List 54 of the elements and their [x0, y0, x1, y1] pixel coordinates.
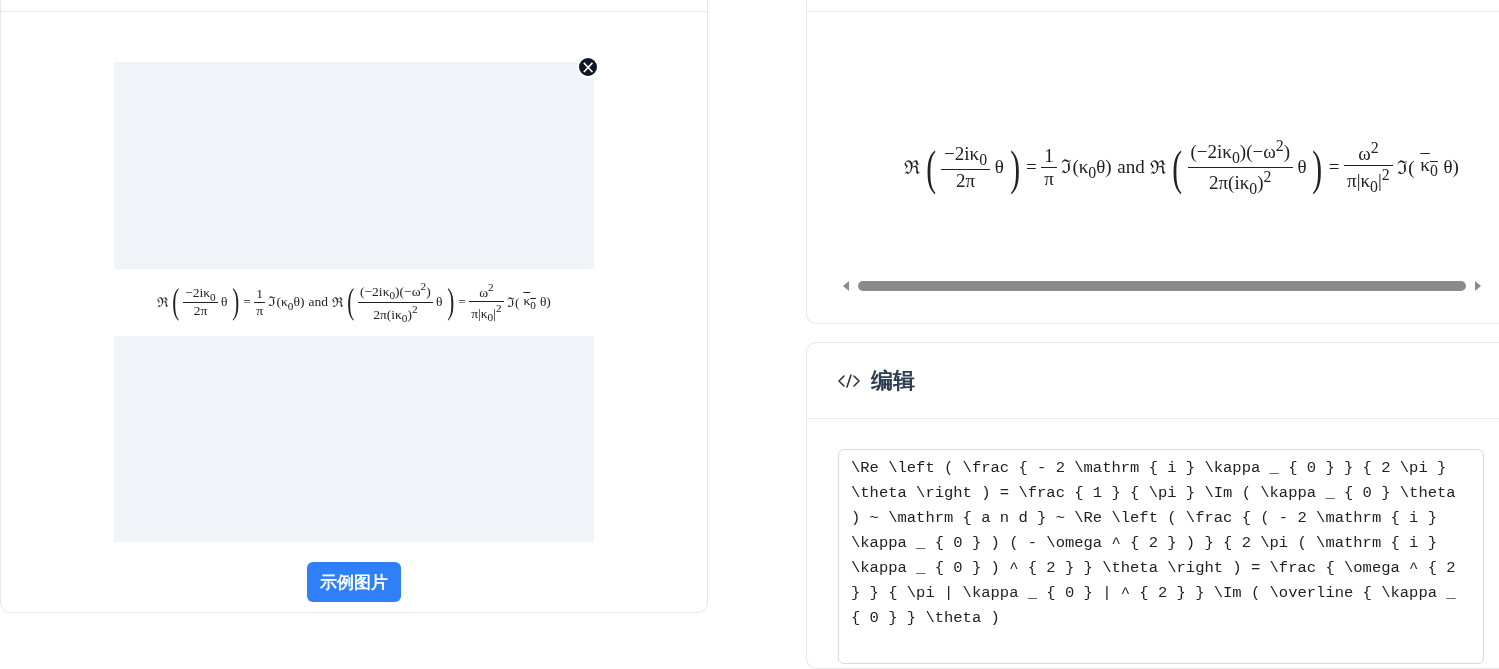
fraction-denominator: 2π: [941, 168, 990, 192]
fraction-denominator: π|κ$_{0}$|$^{2}$: [1344, 164, 1393, 197]
math-symbol: θ: [993, 156, 1005, 179]
math-symbol: ℜ: [903, 156, 922, 181]
overlined-symbol: κ$_{0}$: [1419, 154, 1439, 181]
example-image-button[interactable]: 示例图片: [307, 562, 401, 602]
fraction-numerator: ω$^{2}$: [478, 281, 495, 301]
math-symbol: =: [1327, 156, 1341, 179]
code-icon: [837, 372, 861, 389]
fraction-denominator: 2π(iκ$_{0}$)$^{2}$: [1187, 166, 1293, 198]
fraction-numerator: (−2iκ$_{0}$)(−ω$^{2}$): [359, 280, 432, 302]
math-symbol: ℑ(κ$_{0}$θ): [1060, 154, 1113, 182]
parenthesis: (: [347, 284, 355, 320]
scroll-right-arrow-icon[interactable]: [1473, 280, 1482, 292]
parenthesis: ): [1009, 142, 1020, 193]
parenthesis: (: [1172, 142, 1183, 193]
fraction-numerator: −2iκ$_{0}$: [943, 142, 989, 169]
math-symbol: and: [1116, 156, 1146, 179]
horizontal-scrollbar[interactable]: [841, 280, 1482, 292]
math-symbol: θ: [220, 294, 229, 310]
parenthesis: (: [172, 284, 180, 320]
math-symbol: =: [1024, 156, 1038, 179]
fraction-denominator: 2π: [183, 302, 218, 320]
fraction-denominator: π: [254, 301, 266, 319]
math-symbol: θ): [538, 294, 552, 310]
math-symbol: ℜ: [330, 294, 344, 311]
math-symbol: θ: [435, 294, 444, 310]
math-symbol: ℜ: [1149, 156, 1168, 181]
fraction-numerator: 1: [1043, 144, 1055, 167]
math-symbol: =: [457, 294, 467, 310]
math-symbol: =: [242, 294, 252, 310]
math-symbol: ℑ(: [505, 294, 521, 311]
math-symbol: θ: [1296, 156, 1308, 179]
overlined-symbol: κ$_{0}$: [522, 293, 537, 311]
math-symbol: ℑ(: [1396, 156, 1416, 181]
fraction-denominator: π|κ$_{0}$|$^{2}$: [469, 300, 504, 323]
latex-input-field[interactable]: \Re \left ( \frac { - 2 \mathrm { i } \kappa _ { 0 } } { 2 \pi } \theta \right ) = \frac { 1 } { \pi } \Im ( \kappa _ { 0 } \theta ) ~ \mathrm { a n d } ~ \Re \left ( \frac { ( - 2 \mathrm { i } \kappa _ { 0 } ) ( - \omega ^ { 2 } ) } { 2 \pi ( \mathrm { i } \kappa _ { 0 } ) ^ { 2 } } \theta \right ) = \frac { \omega ^ { 2 } } { \pi | \kappa _ { 0 } | ^ { 2 } } \Im ( \overline { \kappa _ { 0 } } \theta ): [838, 449, 1484, 664]
math-symbol: ℑ(κ$_{0}$θ): [267, 293, 306, 312]
math-symbol: and: [307, 294, 329, 310]
fraction-numerator: (−2iκ$_{0}$)(−ω$^{2}$): [1189, 136, 1291, 167]
parenthesis: ): [1312, 142, 1323, 193]
fraction-denominator: 2π(iκ$_{0}$)$^{2}$: [358, 301, 433, 324]
parenthesis: ): [446, 284, 454, 320]
parenthesis: ): [231, 284, 239, 320]
fraction-numerator: −2iκ$_{0}$: [184, 284, 217, 303]
math-symbol: θ): [1442, 156, 1460, 179]
fraction-numerator: 1: [255, 285, 265, 302]
close-button[interactable]: ×: [577, 56, 599, 78]
fraction-numerator: ω$^{2}$: [1357, 138, 1380, 165]
math-symbol: ℜ: [156, 294, 170, 311]
parenthesis: (: [926, 142, 937, 193]
scroll-left-arrow-icon[interactable]: [841, 280, 850, 292]
fraction-denominator: π: [1041, 166, 1057, 190]
editor-title: 编辑: [871, 366, 915, 395]
